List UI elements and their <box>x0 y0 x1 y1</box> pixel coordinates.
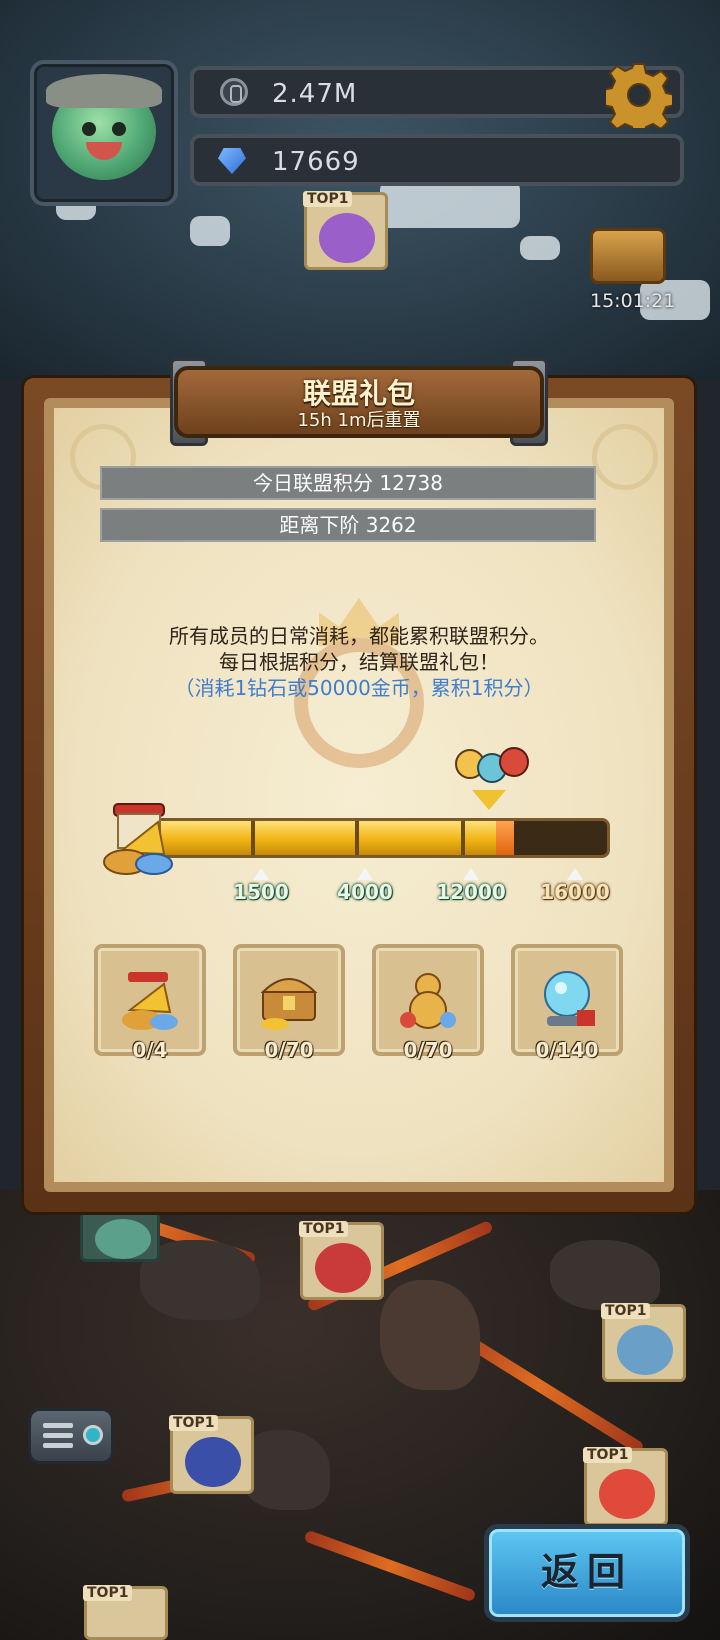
next-tier-bar: 距离下阶 3262 <box>100 508 596 542</box>
milestone-label: 16000 <box>540 880 610 904</box>
reward-count: 0/70 <box>403 1038 453 1062</box>
current-progress-pointer <box>472 790 506 810</box>
progress-fill <box>149 821 514 855</box>
avatar-eye <box>112 122 126 136</box>
map-boss-marker[interactable]: TOP1 <box>299 1221 384 1300</box>
player-avatar <box>46 74 162 180</box>
gold-value: 2.47M <box>272 79 358 109</box>
treasure-chest-icon <box>260 978 318 1030</box>
marker-tag: TOP1 <box>601 1303 651 1319</box>
monster-portrait <box>95 1219 151 1259</box>
boss-portrait <box>599 1469 655 1519</box>
menu-icon-line <box>43 1433 73 1438</box>
gem-value: 17669 <box>272 147 360 177</box>
milestone-tick <box>357 868 373 880</box>
reward-count: 0/4 <box>132 1038 168 1062</box>
progress-divider <box>251 821 255 855</box>
points-progress-bar <box>146 818 610 858</box>
avatar-mouth <box>86 142 122 160</box>
menu-button[interactable] <box>28 1408 114 1464</box>
milestone-label: 1500 <box>233 880 289 904</box>
today-points-bar: 今日联盟积分 12738 <box>100 466 596 500</box>
reward-count: 0/70 <box>264 1038 314 1062</box>
gift-horn-icon <box>103 803 173 875</box>
gold-horn-chest-icon <box>122 972 178 1030</box>
snow-patch <box>190 216 230 246</box>
alliance-gift-dialog: 联盟礼包 15h 1m后重置 今日联盟积分 12738 距离下阶 3262 所有… <box>24 358 694 1212</box>
reward-count: 0/140 <box>535 1038 599 1062</box>
boss-portrait <box>315 1243 371 1293</box>
milestone-marker: 4000 <box>320 868 410 904</box>
coin-icon <box>220 78 248 106</box>
treasure-chest-icon <box>590 228 666 284</box>
menu-icon-line <box>43 1423 73 1428</box>
progress-current-marker <box>495 821 514 855</box>
gem-icon <box>218 148 246 174</box>
next-tier-text: 距离下阶 3262 <box>279 513 417 537</box>
milestone-marker: 1500 <box>216 868 306 904</box>
marker-tag: TOP1 <box>83 1585 133 1601</box>
today-points-text: 今日联盟积分 12738 <box>253 471 443 495</box>
boss-portrait <box>617 1325 673 1375</box>
gem-resource-bar: 17669 <box>190 134 684 186</box>
boss-portrait <box>319 213 375 263</box>
magic-orb-icon <box>544 971 595 1026</box>
corner-ornament <box>592 424 658 490</box>
avatar-hat <box>46 74 162 108</box>
menu-icon-line <box>43 1443 73 1448</box>
marker-tag: TOP1 <box>583 1447 633 1463</box>
marker-tag: TOP1 <box>169 1415 219 1431</box>
menu-icon <box>83 1425 103 1445</box>
description-highlight: （消耗1钻石或50000金币，累积1积分） <box>174 676 544 700</box>
milestone-label: 4000 <box>337 880 393 904</box>
milestone-label: 12000 <box>436 880 506 904</box>
map-boss-marker[interactable]: TOP1 <box>601 1303 686 1382</box>
description-line: 所有成员的日常消耗，都能累积联盟积分。 <box>169 624 549 648</box>
player-avatar-frame[interactable] <box>30 60 178 206</box>
gold-gourd-icon <box>400 973 456 1029</box>
milestone-marker: 16000 <box>530 868 620 904</box>
milestone-tick <box>463 868 479 880</box>
map-monster-marker[interactable] <box>80 1210 160 1262</box>
marker-tag: TOP1 <box>303 191 353 207</box>
snow-patch <box>380 180 520 228</box>
reset-countdown: 15h 1m后重置 <box>297 410 421 431</box>
progress-divider <box>355 821 359 855</box>
map-boss-marker[interactable]: TOP1 <box>583 1447 668 1526</box>
chest-timer-text: 15:01:21 <box>590 290 676 312</box>
map-boss-marker[interactable]: TOP1 <box>303 191 388 270</box>
castle-ruin <box>550 1240 660 1310</box>
map-boss-marker[interactable]: TOP1 <box>169 1415 254 1494</box>
description-line: 每日根据积分，结算联盟礼包！ <box>219 650 499 674</box>
alliance-members-icon <box>452 738 532 784</box>
gear-icon[interactable] <box>606 62 672 128</box>
back-button[interactable]: 返回 <box>484 1524 690 1622</box>
timed-chest[interactable] <box>580 228 676 294</box>
avatar-eye <box>82 122 96 136</box>
map-boss-marker[interactable]: TOP1 <box>83 1585 168 1640</box>
back-button-label: 返回 <box>540 1550 633 1594</box>
snow-patch <box>520 236 560 260</box>
milestone-tick <box>253 868 269 880</box>
progress-divider <box>461 821 465 855</box>
boss-portrait <box>185 1437 241 1487</box>
milestone-tick <box>567 868 583 880</box>
marker-tag: TOP1 <box>299 1221 349 1237</box>
volcano-building <box>380 1280 480 1390</box>
milestone-marker: 12000 <box>426 868 516 904</box>
